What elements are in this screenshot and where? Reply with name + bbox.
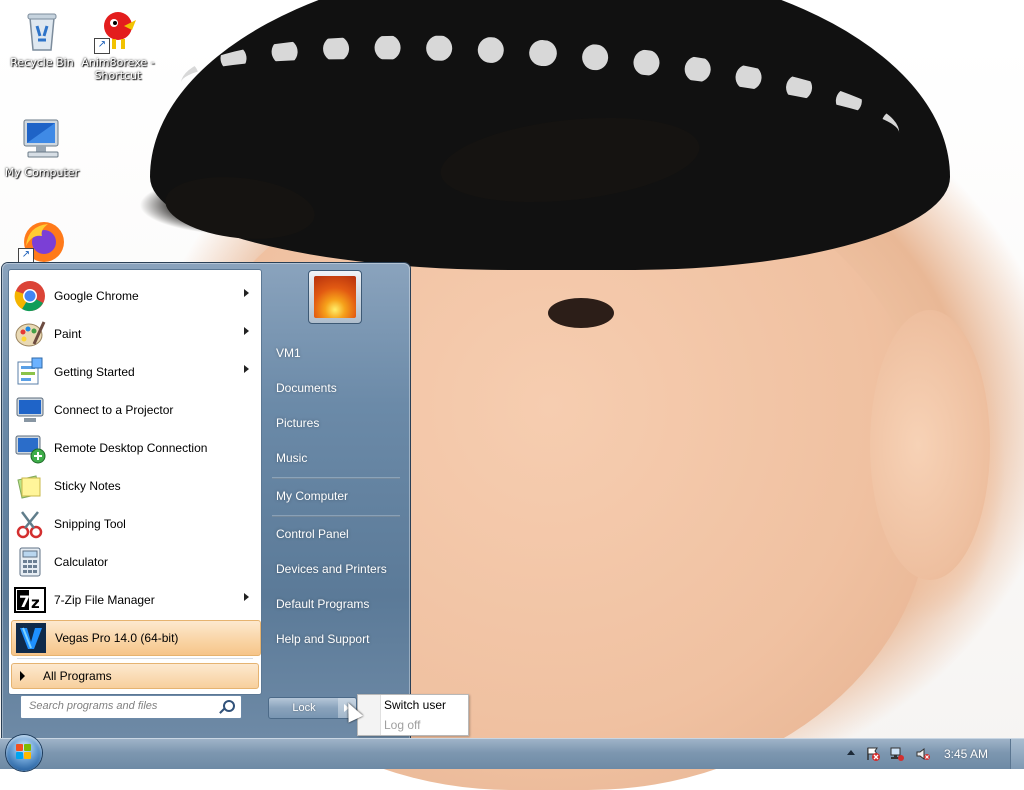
all-programs-button[interactable]: All Programs — [11, 663, 259, 689]
projector-icon — [14, 394, 46, 426]
program-label: Remote Desktop Connection — [54, 441, 208, 455]
program-label: Paint — [54, 327, 82, 341]
shortcut-arrow-icon: ↗ — [18, 248, 34, 264]
program-google-chrome[interactable]: Google Chrome — [11, 278, 259, 314]
remote-desktop-icon — [14, 432, 46, 464]
vegas-icon — [15, 622, 47, 654]
svg-text:7: 7 — [19, 592, 30, 611]
submenu-arrow-icon[interactable] — [244, 593, 249, 601]
program-label: Calculator — [54, 555, 109, 569]
computer-icon — [18, 116, 66, 164]
start-search-box[interactable] — [20, 695, 242, 719]
program-label: Getting Started — [54, 365, 135, 379]
program-7zip[interactable]: 7 z 7-Zip File Manager — [11, 582, 259, 618]
start-item-default-programs[interactable]: Default Programs — [272, 592, 406, 616]
sticky-notes-icon — [14, 470, 46, 502]
start-item-help-support[interactable]: Help and Support — [272, 627, 406, 651]
show-desktop-button[interactable] — [1010, 739, 1024, 769]
anim8or-icon: ↗ — [94, 6, 142, 54]
start-button[interactable] — [6, 735, 42, 771]
snipping-tool-icon — [14, 508, 46, 540]
program-label: Google Chrome — [54, 289, 139, 303]
start-menu-programs-pane: Google Chrome Paint Getting Started Conn… — [8, 269, 262, 695]
programs-separator — [17, 658, 253, 659]
program-label: Sticky Notes — [54, 479, 121, 493]
start-item-my-computer[interactable]: My Computer — [272, 484, 406, 508]
shortcut-arrow-icon: ↗ — [94, 38, 110, 54]
expand-arrow-icon — [20, 671, 25, 681]
desktop-icon-label: My Computer — [4, 166, 80, 179]
windows-logo-icon — [16, 744, 32, 760]
svg-text:z: z — [31, 594, 40, 612]
calculator-icon — [14, 546, 46, 578]
submenu-arrow-icon[interactable] — [244, 289, 249, 297]
start-item-vm1[interactable]: VM1 — [272, 341, 406, 365]
right-pane-separator — [272, 515, 400, 517]
program-label: Connect to a Projector — [54, 403, 174, 417]
network-icon[interactable] — [890, 747, 904, 761]
desktop-icon-recycle-bin[interactable]: Recycle Bin — [0, 6, 84, 69]
firefox-icon: ↗ — [18, 216, 66, 264]
all-programs-label: All Programs — [43, 669, 112, 683]
show-hidden-icons-button[interactable] — [847, 750, 855, 755]
program-label: 7-Zip File Manager — [54, 593, 155, 607]
desktop-icon-my-computer[interactable]: My Computer — [0, 116, 84, 179]
user-avatar[interactable] — [308, 270, 362, 324]
program-getting-started[interactable]: Getting Started — [11, 354, 259, 390]
menu-item-switch-user[interactable]: Switch user — [384, 696, 446, 714]
program-paint[interactable]: Paint — [11, 316, 259, 352]
lock-button[interactable]: Lock — [268, 697, 340, 719]
paint-icon — [14, 318, 46, 350]
wallpaper-eye — [548, 298, 614, 328]
program-connect-to-projector[interactable]: Connect to a Projector — [11, 392, 259, 428]
menu-item-log-off[interactable]: Log off — [384, 716, 420, 734]
submenu-arrow-icon[interactable] — [244, 365, 249, 373]
desktop-icon-label: Anim8orexe - Shortcut — [81, 56, 155, 82]
program-label: Snipping Tool — [54, 517, 126, 531]
user-avatar-image — [314, 276, 356, 318]
start-item-devices-printers[interactable]: Devices and Printers — [272, 557, 406, 581]
program-calculator[interactable]: Calculator — [11, 544, 259, 580]
program-remote-desktop[interactable]: Remote Desktop Connection — [11, 430, 259, 466]
program-sticky-notes[interactable]: Sticky Notes — [11, 468, 259, 504]
start-item-control-panel[interactable]: Control Panel — [272, 522, 406, 546]
power-options-menu: Switch user Log off — [357, 694, 469, 736]
taskbar: 3:45 AM — [0, 735, 1024, 771]
program-vegas-pro[interactable]: Vegas Pro 14.0 (64-bit) — [11, 620, 261, 656]
start-item-pictures[interactable]: Pictures — [272, 411, 406, 435]
chrome-icon — [14, 280, 46, 312]
taskbar-clock[interactable]: 3:45 AM — [944, 747, 988, 761]
search-icon[interactable] — [223, 700, 235, 712]
start-item-music[interactable]: Music — [272, 446, 406, 470]
search-input[interactable] — [21, 696, 219, 716]
program-snipping-tool[interactable]: Snipping Tool — [11, 506, 259, 542]
right-pane-separator — [272, 477, 400, 479]
desktop-icon-firefox[interactable]: ↗ — [0, 216, 84, 266]
desktop-icon-anim8or[interactable]: ↗ Anim8orexe - Shortcut — [76, 6, 160, 82]
start-item-documents[interactable]: Documents — [272, 376, 406, 400]
volume-icon[interactable] — [916, 747, 930, 761]
action-center-icon[interactable] — [866, 747, 880, 761]
program-label: Vegas Pro 14.0 (64-bit) — [55, 631, 179, 645]
getting-started-icon — [14, 356, 46, 388]
recycle-bin-icon — [18, 6, 66, 54]
7zip-icon: 7 z — [14, 584, 46, 616]
desktop-icon-label: Recycle Bin — [10, 56, 74, 69]
submenu-arrow-icon[interactable] — [244, 327, 249, 335]
start-menu: Google Chrome Paint Getting Started Conn… — [2, 263, 410, 739]
wallpaper-ear — [870, 310, 990, 580]
